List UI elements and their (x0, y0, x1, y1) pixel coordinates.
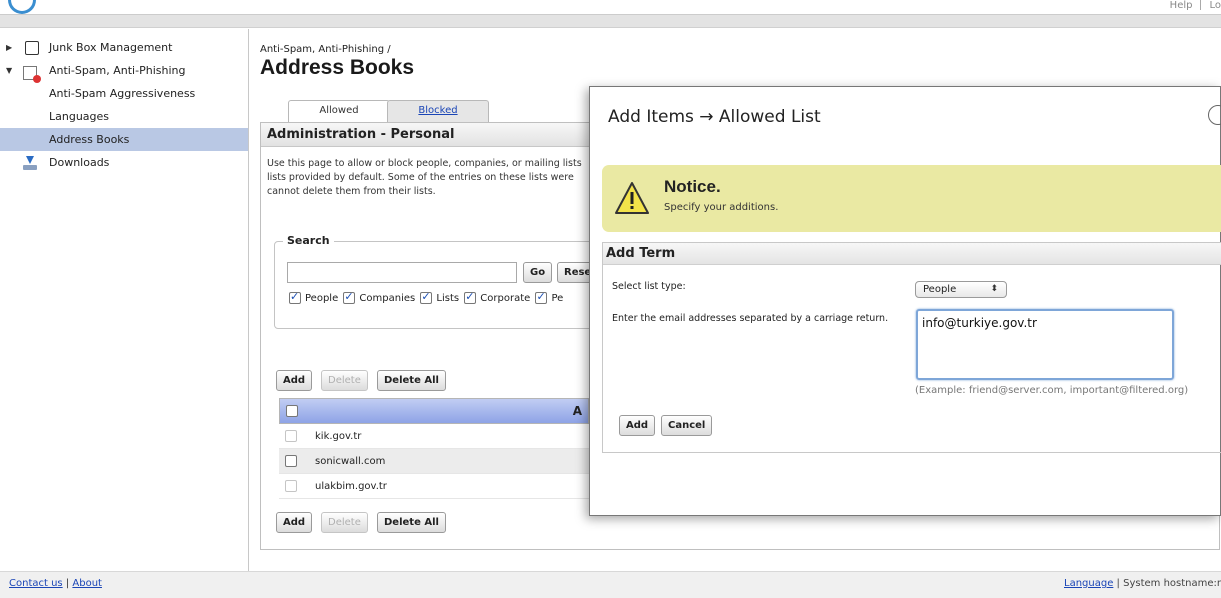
page-title: Address Books (260, 56, 415, 79)
collapse-arrow-icon[interactable]: ▼ (6, 59, 12, 82)
description-line: Use this page to allow or block people, … (267, 158, 582, 169)
about-link[interactable]: About (72, 578, 102, 589)
search-legend: Search (283, 234, 334, 247)
address-table: A kik.gov.tr sonicwall.com ulakbim.gov.t… (279, 398, 589, 499)
filter-label: Corporate (480, 292, 531, 304)
sidebar-item-anti-spam[interactable]: ▼ Anti-Spam, Anti-Phishing (0, 59, 248, 83)
table-body: kik.gov.tr sonicwall.com ulakbim.gov.tr (279, 424, 589, 499)
search-fieldset: Search Go Reset People Companies Lists C… (274, 234, 617, 329)
header-strip (0, 15, 1221, 28)
filter-label: Lists (436, 292, 460, 304)
app-root: Help Lo ▶ Junk Box Management ▼ Anti-Spam… (0, 0, 1221, 598)
panel-description: Use this page to allow or block people, … (267, 157, 597, 199)
footer-separator: | (65, 578, 70, 589)
section-title: Add Term (603, 243, 1221, 265)
description-line: cannot delete them from their lists. (267, 186, 436, 197)
divider (1200, 0, 1202, 10)
logout-link[interactable]: Lo (1209, 0, 1221, 11)
add-term-section: Add Term Select list type: People ⬍ Ente… (602, 242, 1221, 453)
sidebar: ▶ Junk Box Management ▼ Anti-Spam, Anti-… (0, 29, 249, 571)
notice-banner: Notice. Specify your additions. (602, 165, 1221, 232)
notice-text: Specify your additions. (664, 202, 779, 213)
select-arrows-icon: ⬍ (990, 284, 998, 294)
dialog-title: Add Items → Allowed List (608, 107, 821, 127)
row-value: ulakbim.gov.tr (315, 481, 387, 492)
envelope-blocked-icon (23, 66, 41, 83)
top-header: Help Lo (0, 0, 1221, 15)
notice-title: Notice. (664, 177, 721, 196)
example-hint: (Example: friend@server.com, important@f… (915, 385, 1189, 396)
filter-label: Companies (359, 292, 416, 304)
search-filters: People Companies Lists Corporate Pe (289, 290, 565, 304)
table-row[interactable]: kik.gov.tr (279, 424, 589, 449)
dialog-cancel-button[interactable]: Cancel (661, 415, 713, 436)
list-type-value: People (923, 284, 957, 295)
sidebar-item-address-books[interactable]: Address Books (0, 128, 248, 151)
dialog-add-button[interactable]: Add (619, 415, 656, 436)
filter-label: People (305, 292, 339, 304)
sidebar-item-label: Anti-Spam, Anti-Phishing (49, 64, 186, 77)
delete-button-bottom[interactable]: Delete (321, 512, 368, 533)
breadcrumb[interactable]: Anti-Spam, Anti-Phishing / (260, 44, 391, 55)
column-header[interactable]: A (573, 404, 582, 418)
warning-icon (615, 182, 649, 214)
emails-textarea[interactable]: info@turkiye.gov.tr (916, 309, 1174, 380)
language-link[interactable]: Language (1064, 578, 1113, 589)
row-value: sonicwall.com (315, 456, 386, 467)
filter-pe-checkbox[interactable] (535, 290, 548, 304)
contact-us-link[interactable]: Contact us (9, 578, 63, 589)
description-line: lists provided by default. Some of the e… (267, 172, 574, 183)
tab-allowed[interactable]: Allowed (288, 100, 390, 122)
add-items-dialog: Add Items → Allowed List Notice. Specify… (589, 86, 1221, 516)
sidebar-item-label: Languages (49, 110, 110, 123)
close-icon[interactable] (1208, 105, 1221, 125)
filter-corporate-checkbox[interactable] (464, 290, 477, 304)
download-icon (23, 156, 37, 170)
delete-all-button[interactable]: Delete All (377, 370, 446, 391)
tab-blocked[interactable]: Blocked (387, 100, 489, 122)
delete-all-button-bottom[interactable]: Delete All (377, 512, 446, 533)
filter-label: Pe (551, 292, 564, 304)
footer-right: Language | System hostname:r (1064, 578, 1221, 589)
list-type-select[interactable]: People ⬍ (915, 281, 1007, 298)
go-button[interactable]: Go (523, 262, 553, 283)
top-links: Help Lo (1170, 0, 1221, 11)
book-icon (25, 41, 39, 55)
footer: Contact us | About Language | System hos… (0, 571, 1221, 598)
sidebar-item-label: Junk Box Management (49, 41, 173, 54)
sidebar-item-label: Anti-Spam Aggressiveness (49, 87, 196, 100)
logo-icon (8, 0, 36, 14)
filter-companies-checkbox[interactable] (343, 290, 356, 304)
sidebar-item-downloads[interactable]: Downloads (0, 151, 248, 174)
sidebar-item-anti-spam-aggressiveness[interactable]: Anti-Spam Aggressiveness (0, 82, 248, 105)
table-row[interactable]: ulakbim.gov.tr (279, 474, 589, 499)
list-type-label: Select list type: (612, 281, 686, 292)
filter-lists-checkbox[interactable] (420, 290, 433, 304)
sidebar-item-label: Downloads (49, 156, 110, 169)
sidebar-item-label: Address Books (49, 133, 130, 146)
table-row[interactable]: sonicwall.com (279, 449, 589, 474)
footer-left: Contact us | About (9, 578, 102, 589)
delete-button[interactable]: Delete (321, 370, 368, 391)
system-hostname: | System hostname:r (1116, 578, 1221, 589)
filter-people-checkbox[interactable] (289, 290, 301, 304)
row-checkbox[interactable] (285, 455, 297, 467)
table-header: A (279, 398, 589, 424)
help-link[interactable]: Help (1170, 0, 1193, 11)
sidebar-item-languages[interactable]: Languages (0, 105, 248, 128)
search-input[interactable] (287, 262, 517, 283)
expand-arrow-icon[interactable]: ▶ (6, 36, 12, 59)
add-button-bottom[interactable]: Add (276, 512, 313, 533)
row-checkbox[interactable] (285, 430, 297, 442)
emails-label: Enter the email addresses separated by a… (612, 313, 889, 324)
row-checkbox[interactable] (285, 480, 297, 492)
sidebar-item-junk-box-management[interactable]: ▶ Junk Box Management (0, 36, 248, 59)
select-all-checkbox[interactable] (286, 405, 298, 417)
row-value: kik.gov.tr (315, 431, 362, 442)
add-button[interactable]: Add (276, 370, 313, 391)
